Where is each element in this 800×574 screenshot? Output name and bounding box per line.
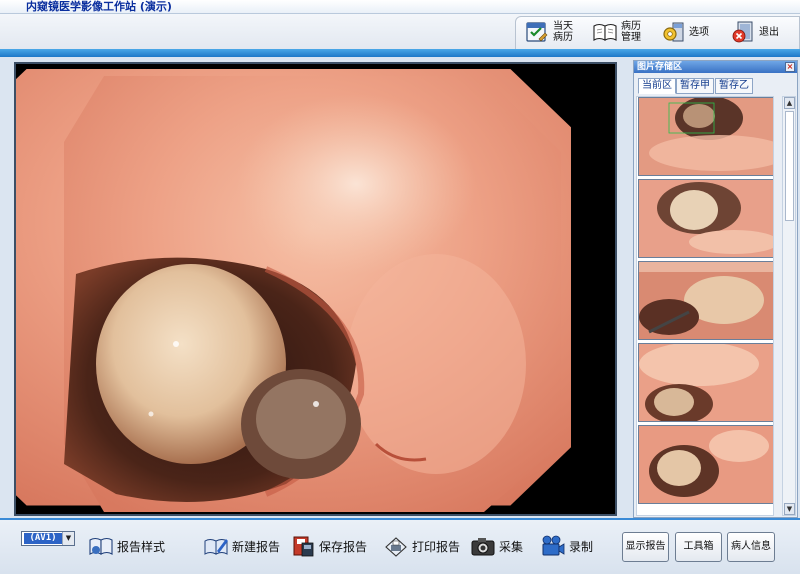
chevron-down-icon[interactable]: ▼ [62,532,74,545]
tab-temp-a[interactable]: 暂存甲 [676,78,714,94]
tab-current[interactable]: 当前区 [638,78,676,94]
exit-button[interactable]: 退出 [730,17,779,47]
camera-icon [471,538,495,556]
open-book-icon [89,537,113,555]
new-report-icon [204,539,228,555]
thumbnail-scrollbar[interactable]: ▲ ▼ [782,96,796,516]
thumbnail-3[interactable] [638,261,773,340]
live-video-view[interactable] [14,62,617,516]
bottom-toolbar: (AV1) ▼ 报告样式 新建报告 保存报告 打印报告 采集 录制 显示报告 工… [0,518,800,574]
tab-temp-b[interactable]: 暂存乙 [715,78,753,94]
new-report-button[interactable]: 新建报告 [203,532,280,560]
thumbnail-4[interactable] [638,343,773,422]
thumbnail-2[interactable] [638,179,773,258]
report-style-button[interactable]: 报告样式 [88,532,165,560]
scrollbar-thumb[interactable] [785,111,794,221]
thumbnail-5[interactable] [638,425,773,504]
thumbnail-1[interactable] [638,97,773,176]
print-report-icon [385,537,407,557]
channel-value: (AV1) [24,533,62,544]
thumbnail-list [636,96,774,516]
close-icon[interactable]: × [785,62,795,72]
thumbnail-image [639,262,773,339]
title-bar: 内窥镜医学影像工作站 (演示) [0,0,800,14]
thumbnail-image [639,98,773,175]
today-records-button[interactable]: 当天 病历 [524,17,575,47]
image-store-title: 图片存储区 [637,62,683,72]
options-button[interactable]: 选项 [660,17,709,47]
video-channel-select[interactable]: (AV1) ▼ [21,531,75,546]
book-icon [593,23,617,41]
exit-icon [732,21,753,43]
header-divider [0,49,800,57]
image-store-panel: 图片存储区 × 当前区 暂存甲 暂存乙 ▲ ▼ [633,60,798,518]
records-management-button[interactable]: 病历 管理 [592,17,643,47]
window-title: 内窥镜医学影像工作站 (演示) [26,0,172,13]
thumbnail-image [639,180,773,257]
top-toolbar: 当天 病历 病历 管理 选项 退出 [0,14,800,50]
thumbnail-image [639,426,773,503]
print-report-button[interactable]: 打印报告 [383,532,460,560]
video-camera-icon [542,535,565,556]
thumbnail-image [639,344,773,421]
scroll-down-icon[interactable]: ▼ [784,503,795,515]
image-store-header: 图片存储区 [634,61,797,73]
calendar-icon [526,22,548,42]
show-report-button[interactable]: 显示报告 [622,532,669,562]
record-button[interactable]: 录制 [540,532,593,560]
capture-button[interactable]: 采集 [470,532,523,560]
scroll-up-icon[interactable]: ▲ [784,97,795,109]
gear-icon [663,22,684,42]
save-report-button[interactable]: 保存报告 [290,532,367,560]
patient-info-button[interactable]: 病人信息 [727,532,775,562]
endoscope-image [16,69,571,512]
toolbox-button[interactable]: 工具箱 [675,532,722,562]
save-report-icon [293,536,314,557]
